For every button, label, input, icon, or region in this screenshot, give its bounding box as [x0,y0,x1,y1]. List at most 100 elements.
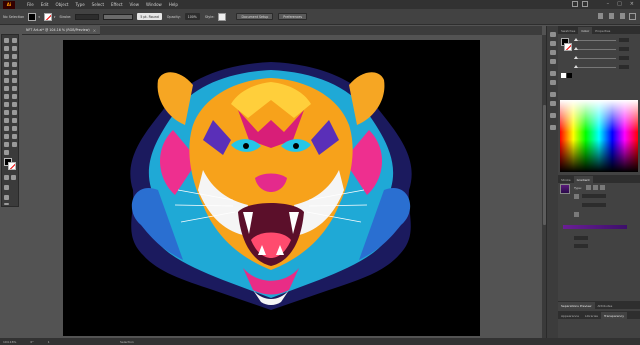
menu-effect[interactable]: Effect [111,2,123,7]
tab-swatches[interactable]: Swatches [558,27,578,34]
brushes-panel-icon[interactable] [550,41,556,46]
gradient-angle-field[interactable] [582,194,606,198]
tab-attributes[interactable]: Attributes [595,302,616,309]
paintbrush-tool-icon[interactable] [12,70,17,75]
pencil-tool-icon[interactable] [12,78,17,83]
rectangle-tool-icon[interactable] [4,70,9,75]
tab-libraries[interactable]: Libraries [582,312,601,319]
type-tool-icon[interactable] [4,62,9,67]
menu-object[interactable]: Object [55,2,68,7]
shaper-tool-icon[interactable] [4,78,9,83]
stroke-swatch[interactable] [43,12,52,21]
arrange-documents-icon[interactable] [572,1,578,7]
blend-tool-icon[interactable] [4,126,9,131]
gradient-location-field[interactable] [574,244,588,248]
eraser-tool-icon[interactable] [4,86,9,91]
fill-dropdown-icon[interactable]: ▾ [38,15,40,19]
lasso-tool-icon[interactable] [12,46,17,51]
graphic-style-swatch[interactable] [218,12,227,21]
stroke-dropdown-icon[interactable]: ▾ [54,15,56,19]
preferences-button[interactable]: Preferences [278,13,308,20]
column-graph-tool-icon[interactable] [4,134,9,139]
opacity-field[interactable]: 100% [184,13,200,20]
fill-swatch[interactable] [28,12,37,21]
menu-select[interactable]: Select [92,2,104,7]
tab-separations-preview[interactable]: Separations Preview [558,302,595,309]
variable-width-profile[interactable] [103,13,134,20]
pen-tool-icon[interactable] [4,54,9,59]
menu-view[interactable]: View [130,2,140,7]
menu-window[interactable]: Window [146,2,162,7]
slice-tool-icon[interactable] [4,142,9,147]
magic-wand-tool-icon[interactable] [4,46,9,51]
none-color-icon[interactable] [561,73,566,78]
blue-slider[interactable] [574,55,630,60]
close-tab-icon[interactable]: × [93,28,96,33]
red-slider[interactable] [574,37,630,42]
stroke-weight-field[interactable] [75,13,100,20]
menu-edit[interactable]: Edit [41,2,49,7]
transform-panel-icon[interactable] [550,80,556,85]
draw-mode-icon[interactable] [4,185,9,190]
menu-help[interactable]: Help [169,2,178,7]
color-mode-icon[interactable] [4,175,9,180]
hex-value-field[interactable] [619,65,629,69]
scale-tool-icon[interactable] [4,94,9,99]
color-spectrum[interactable] [560,100,638,172]
symbol-sprayer-tool-icon[interactable] [12,126,17,131]
blue-slider-knob[interactable] [574,55,578,59]
gradient-mode-icon[interactable] [11,175,16,180]
gradient-preview-swatch[interactable] [560,184,570,194]
gradient-aspect-field[interactable] [582,203,606,207]
hand-tool-icon[interactable] [12,142,17,147]
radial-gradient-icon[interactable] [593,185,598,190]
character-panel-icon[interactable] [550,125,556,130]
menu-file[interactable]: File [27,2,34,7]
shape-builder-tool-icon[interactable] [12,102,17,107]
perspective-grid-tool-icon[interactable] [4,110,9,115]
black-color-icon[interactable] [567,73,572,78]
green-value-field[interactable] [619,47,629,51]
gradient-opacity-field[interactable] [574,236,588,240]
hex-slider[interactable] [574,64,630,69]
free-transform-tool-icon[interactable] [4,102,9,107]
green-slider-track[interactable] [574,46,616,50]
stroke-color-icon[interactable] [8,162,16,170]
gradient-tool-icon[interactable] [4,118,9,123]
color-stroke-swatch[interactable] [564,43,572,51]
gradient-stroke-icon[interactable] [574,194,579,199]
eyedropper-tool-icon[interactable] [12,118,17,123]
selection-tool-icon[interactable] [4,38,9,43]
red-slider-track[interactable] [574,37,616,41]
align-center-icon[interactable] [609,13,614,19]
artboard-tool-icon[interactable] [12,134,17,139]
links-panel-icon[interactable] [550,113,556,118]
workspace-switcher-icon[interactable] [582,1,588,7]
tab-color[interactable]: Color [578,27,593,34]
layers-panel-icon[interactable] [550,71,556,76]
tab-stroke[interactable]: Stroke [558,176,574,183]
green-slider-knob[interactable] [574,46,578,50]
pathfinder-panel-icon[interactable] [550,101,556,106]
tab-properties[interactable]: Properties [592,27,613,34]
red-slider-knob[interactable] [574,37,578,41]
blue-value-field[interactable] [619,56,629,60]
gradient-slider-bar[interactable] [563,225,627,229]
rotation-angle[interactable]: 0° [30,340,33,344]
artboard-number[interactable]: 1 [48,340,50,344]
tab-gradient[interactable]: Gradient [573,176,593,183]
graphic-styles-panel-icon[interactable] [550,59,556,64]
tab-transparency[interactable]: Transparency [600,312,627,319]
document-tab[interactable]: NFT Art.ai* @ 104.16 % (RGB/Preview) × [22,26,101,35]
screen-mode-icon[interactable] [4,195,9,200]
width-tool-icon[interactable] [12,94,17,99]
rotate-tool-icon[interactable] [12,86,17,91]
tab-appearance[interactable]: Appearance [558,312,582,319]
swatches-panel-icon[interactable] [550,32,556,37]
document-setup-button[interactable]: Document Setup [236,13,274,20]
freeform-gradient-icon[interactable] [600,185,605,190]
minimize-icon[interactable]: – [607,1,610,7]
hex-slider-track[interactable] [574,64,616,68]
symbols-panel-icon[interactable] [550,50,556,55]
mesh-tool-icon[interactable] [12,110,17,115]
